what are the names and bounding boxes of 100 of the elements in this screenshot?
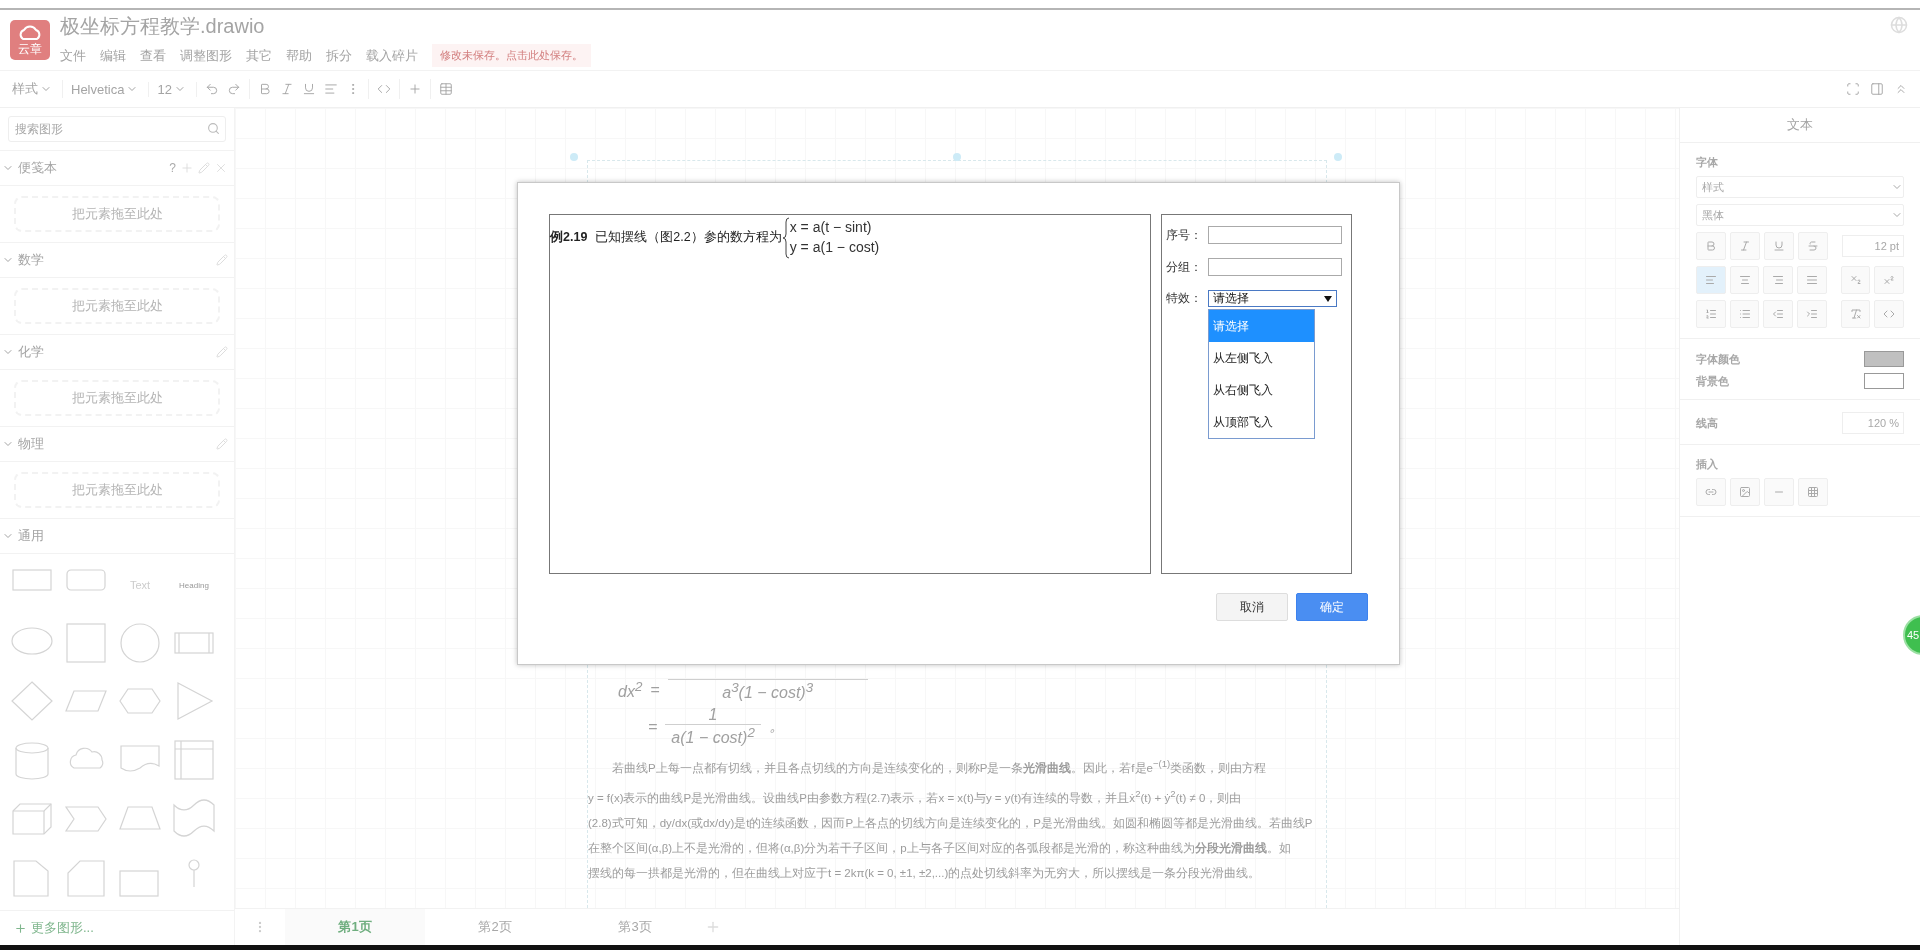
edit-icon[interactable]: [216, 346, 228, 358]
close-icon[interactable]: [214, 161, 228, 175]
size-dropdown[interactable]: 12: [157, 81, 197, 97]
font-dropdown[interactable]: Helvetica: [71, 81, 150, 97]
square-icon[interactable]: [64, 622, 108, 663]
color-swatch[interactable]: [1864, 373, 1904, 389]
counter-badge[interactable]: 45: [1903, 615, 1920, 655]
curly-brace-icon: [781, 217, 790, 259]
tape-icon[interactable]: [172, 798, 216, 839]
image-button[interactable]: [1730, 478, 1760, 506]
panel-icon[interactable]: [1870, 82, 1884, 96]
save-notice[interactable]: 修改未保存。点击此处保存。: [432, 44, 591, 67]
italic-icon[interactable]: [279, 82, 294, 96]
page-tab[interactable]: 第2页: [425, 909, 565, 945]
menu-item[interactable]: 编辑: [100, 46, 126, 65]
menu-item[interactable]: 文件: [60, 46, 86, 65]
section-title: 物理: [18, 435, 45, 453]
color-swatch[interactable]: [1864, 351, 1904, 367]
font-size-field[interactable]: 12 pt: [1842, 235, 1904, 257]
formula-text: 。: [768, 716, 785, 737]
paragraph-line: (2.8)式可知，dy/dx(或dx/dy)是t的连续函数，因而P上各点的切线方向是连续变化的，P是光滑曲线。如圆和椭圆等都是光滑曲线。若曲线P: [588, 816, 1314, 831]
search-field[interactable]: 搜索图形: [8, 116, 226, 142]
bullet-list-button[interactable]: [1729, 300, 1760, 328]
help-icon[interactable]: ?: [169, 161, 176, 175]
underline-button[interactable]: [1764, 232, 1794, 260]
font-select[interactable]: 黑体: [1696, 204, 1904, 226]
link-icon: [1705, 486, 1717, 498]
heading-shape[interactable]: Heading: [179, 580, 209, 590]
rule-button[interactable]: [1764, 478, 1794, 506]
code-icon[interactable]: [376, 82, 391, 96]
edit-icon[interactable]: [216, 438, 228, 450]
section-header[interactable]: 化学: [0, 334, 234, 370]
subscript-button[interactable]: [1840, 266, 1871, 294]
align-button[interactable]: [1797, 266, 1827, 294]
superscript-icon: [1883, 274, 1896, 286]
menu-item[interactable]: 调整图形: [180, 46, 232, 65]
underline-icon[interactable]: [301, 82, 316, 96]
diamond-icon[interactable]: [10, 681, 54, 722]
bold-button[interactable]: [1696, 232, 1726, 260]
undo-icon[interactable]: [204, 82, 219, 96]
section-header[interactable]: 通用: [0, 518, 234, 554]
menu-item[interactable]: 帮助: [286, 46, 312, 65]
align-icon[interactable]: [323, 82, 338, 96]
menu-item[interactable]: 查看: [140, 46, 166, 65]
selection-handle[interactable]: [953, 153, 961, 161]
selection-handle[interactable]: [570, 153, 578, 161]
strikethrough-button[interactable]: [1798, 232, 1828, 260]
page-tab[interactable]: 第3页: [565, 909, 705, 945]
selection-handle[interactable]: [1334, 153, 1342, 161]
edit-icon[interactable]: [216, 254, 228, 266]
search-icon[interactable]: [207, 122, 220, 135]
clear-format-button[interactable]: [1840, 300, 1871, 328]
edit-icon[interactable]: [198, 162, 210, 174]
code-icon: [1883, 308, 1896, 320]
align-button[interactable]: [1696, 266, 1726, 294]
circle-icon[interactable]: [118, 622, 162, 663]
fraction: 1 a(1 − cost)$^{2}$: [665, 706, 761, 748]
section-header[interactable]: 物理: [0, 426, 234, 462]
numbered-list-button[interactable]: [1696, 300, 1726, 328]
outdent-button[interactable]: [1763, 300, 1793, 328]
select-field[interactable]: 请选择: [1208, 290, 1337, 307]
line-height-field[interactable]: 120 %: [1842, 412, 1904, 434]
panel-tab[interactable]: 文本: [1680, 108, 1920, 143]
html-button[interactable]: [1874, 300, 1905, 328]
style-dropdown[interactable]: 样式: [12, 80, 63, 98]
superscript-button[interactable]: [1874, 266, 1905, 294]
table-button[interactable]: [1798, 478, 1828, 506]
subscript-icon: [1849, 274, 1862, 286]
globe-icon[interactable]: [1890, 16, 1908, 34]
section-header[interactable]: 数学: [0, 242, 234, 278]
fit-icon[interactable]: [1846, 82, 1860, 96]
add-page-icon[interactable]: [705, 919, 721, 935]
card-icon[interactable]: [64, 857, 108, 898]
insert-icon[interactable]: [407, 82, 422, 96]
menu-item[interactable]: 其它: [246, 46, 272, 65]
italic-button[interactable]: [1730, 232, 1760, 260]
cancel-button[interactable]: 取消: [1216, 593, 1288, 621]
font-select[interactable]: 样式: [1696, 176, 1904, 198]
input-field[interactable]: [1208, 226, 1342, 244]
internal-storage-icon[interactable]: [172, 740, 216, 780]
align-button[interactable]: [1763, 266, 1793, 294]
section-header[interactable]: 便笺本 ?: [0, 150, 234, 186]
collapse-icon[interactable]: [1894, 82, 1908, 96]
formula-text: dx$^{2}$: [618, 679, 643, 702]
table-icon[interactable]: [438, 82, 453, 96]
section-title: 化学: [18, 343, 45, 361]
menu-item[interactable]: 拆分: [326, 46, 352, 65]
dropdown-option[interactable]: 请选择: [1209, 310, 1314, 342]
page-tab[interactable]: 第1页: [285, 909, 425, 945]
indent-button[interactable]: [1797, 300, 1827, 328]
redo-icon[interactable]: [226, 82, 241, 96]
menu-item[interactable]: 载入碎片: [366, 46, 418, 65]
align-button[interactable]: [1729, 266, 1760, 294]
link-button[interactable]: [1696, 478, 1726, 506]
section-title: 插入: [1696, 457, 1719, 472]
add-icon[interactable]: [180, 161, 194, 175]
input-field[interactable]: [1208, 258, 1342, 276]
app-logo[interactable]: 云章: [10, 20, 50, 60]
confirm-button[interactable]: 确定: [1296, 593, 1368, 621]
document-title[interactable]: 极坐标方程教学.drawio: [60, 13, 1880, 40]
